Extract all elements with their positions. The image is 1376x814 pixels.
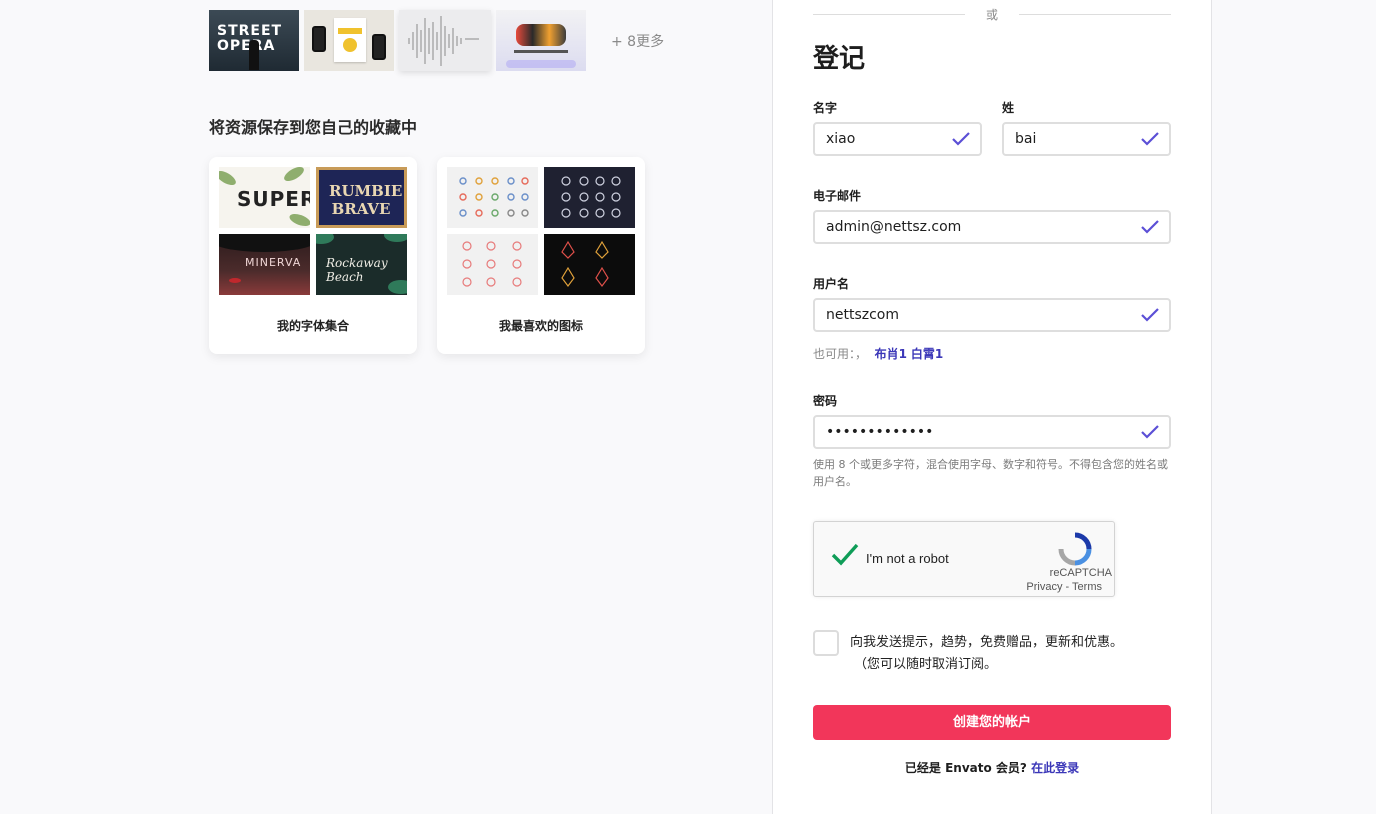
- panel-divider: [772, 0, 773, 814]
- check-icon: [1141, 220, 1159, 234]
- username-suggestion-1[interactable]: 布肖1: [875, 347, 907, 361]
- signup-heading: 登记: [813, 44, 866, 74]
- last-name-field: [1002, 122, 1171, 156]
- collection-preview-grid: [447, 167, 635, 295]
- planet-icons-icon: [561, 176, 621, 218]
- first-name-field: [813, 122, 982, 156]
- username-field: [813, 298, 1171, 332]
- preview-icons-planets: [544, 167, 635, 228]
- first-name-label: 名字: [813, 101, 838, 115]
- login-prompt: 已经是 Envato 会员? 在此登录: [904, 761, 1080, 775]
- preview-icons-pink: [447, 234, 538, 295]
- collection-card-icons[interactable]: 我最喜欢的图标: [437, 157, 645, 354]
- preview-super: SUPER: [219, 167, 310, 228]
- password-field: [813, 415, 1171, 449]
- recaptcha-links[interactable]: Privacy - Terms: [1026, 581, 1102, 593]
- email-field: [813, 210, 1171, 244]
- recaptcha-logo-icon: [1058, 532, 1092, 566]
- check-icon: [1141, 425, 1159, 439]
- optin-checkbox[interactable]: [813, 630, 839, 656]
- icon-set-icon: [459, 177, 529, 217]
- username-input[interactable]: [826, 307, 1129, 323]
- more-link[interactable]: + 8更多: [611, 31, 664, 51]
- collection-label: 我的字体集合: [276, 319, 349, 333]
- preview-rumbie-brave: RUMBIE BRAVE: [316, 167, 407, 228]
- thumbnail-strip: STREET OPERA + 8更多: [209, 10, 664, 71]
- collection-card-fonts[interactable]: SUPER RUMBIE BRAVE MINERVA Rockaway Beac…: [209, 157, 417, 354]
- collection-label: 我最喜欢的图标: [498, 319, 583, 333]
- username-suggestion-2[interactable]: 白霄1: [911, 347, 943, 361]
- section-title: 将资源保存到您自己的收藏中: [209, 118, 418, 137]
- captcha-check-icon: [831, 543, 859, 566]
- preview-icons-neon: [544, 234, 635, 295]
- waveform-icon: [408, 16, 479, 66]
- last-name-label: 姓: [1002, 101, 1015, 115]
- thumbnail-street-opera[interactable]: STREET OPERA: [209, 10, 299, 71]
- captcha-label: I'm not a robot: [866, 551, 949, 566]
- last-name-input[interactable]: [1015, 131, 1129, 147]
- email-label: 电子邮件: [813, 189, 862, 203]
- preview-minerva: MINERVA: [219, 234, 310, 295]
- create-account-button[interactable]: 创建您的帐户: [813, 705, 1171, 740]
- password-hint: 使用 8 个或更多字符，混合使用字母、数字和符号。不得包含您的姓名或用户名。: [813, 458, 1168, 488]
- username-suggestions: 也可用：， 布肖1 白霄1: [813, 347, 944, 361]
- optin-label: 向我发送提示，趋势，免费赠品，更新和优惠。 （您可以随时取消订阅。: [850, 635, 1124, 672]
- thumbnail-3d-text[interactable]: [496, 10, 586, 71]
- or-divider: 或: [813, 6, 1171, 22]
- username-label: 用户名: [813, 277, 850, 291]
- pink-icons-icon: [462, 241, 522, 287]
- panel-divider: [1211, 0, 1212, 814]
- check-icon: [1141, 308, 1159, 322]
- check-icon: [1141, 132, 1159, 146]
- thumbnail-cyber-monday[interactable]: [304, 10, 394, 71]
- email-input[interactable]: [826, 219, 1129, 235]
- check-icon: [952, 132, 970, 146]
- preview-icons-colorful: [447, 167, 538, 228]
- password-input[interactable]: [826, 424, 1129, 440]
- collection-preview-grid: SUPER RUMBIE BRAVE MINERVA Rockaway Beac…: [219, 167, 407, 295]
- password-label: 密码: [813, 394, 838, 408]
- preview-rockaway-beach: Rockaway Beach: [316, 234, 407, 295]
- neon-icons-icon: [561, 240, 609, 287]
- recaptcha-widget[interactable]: I'm not a robot reCAPTCHA Privacy - Term…: [813, 521, 1115, 597]
- login-link[interactable]: 在此登录: [1031, 761, 1079, 775]
- first-name-input[interactable]: [826, 131, 940, 147]
- recaptcha-brand: reCAPTCHA: [1049, 567, 1112, 579]
- thumbnail-audio-waveform[interactable]: [399, 10, 491, 71]
